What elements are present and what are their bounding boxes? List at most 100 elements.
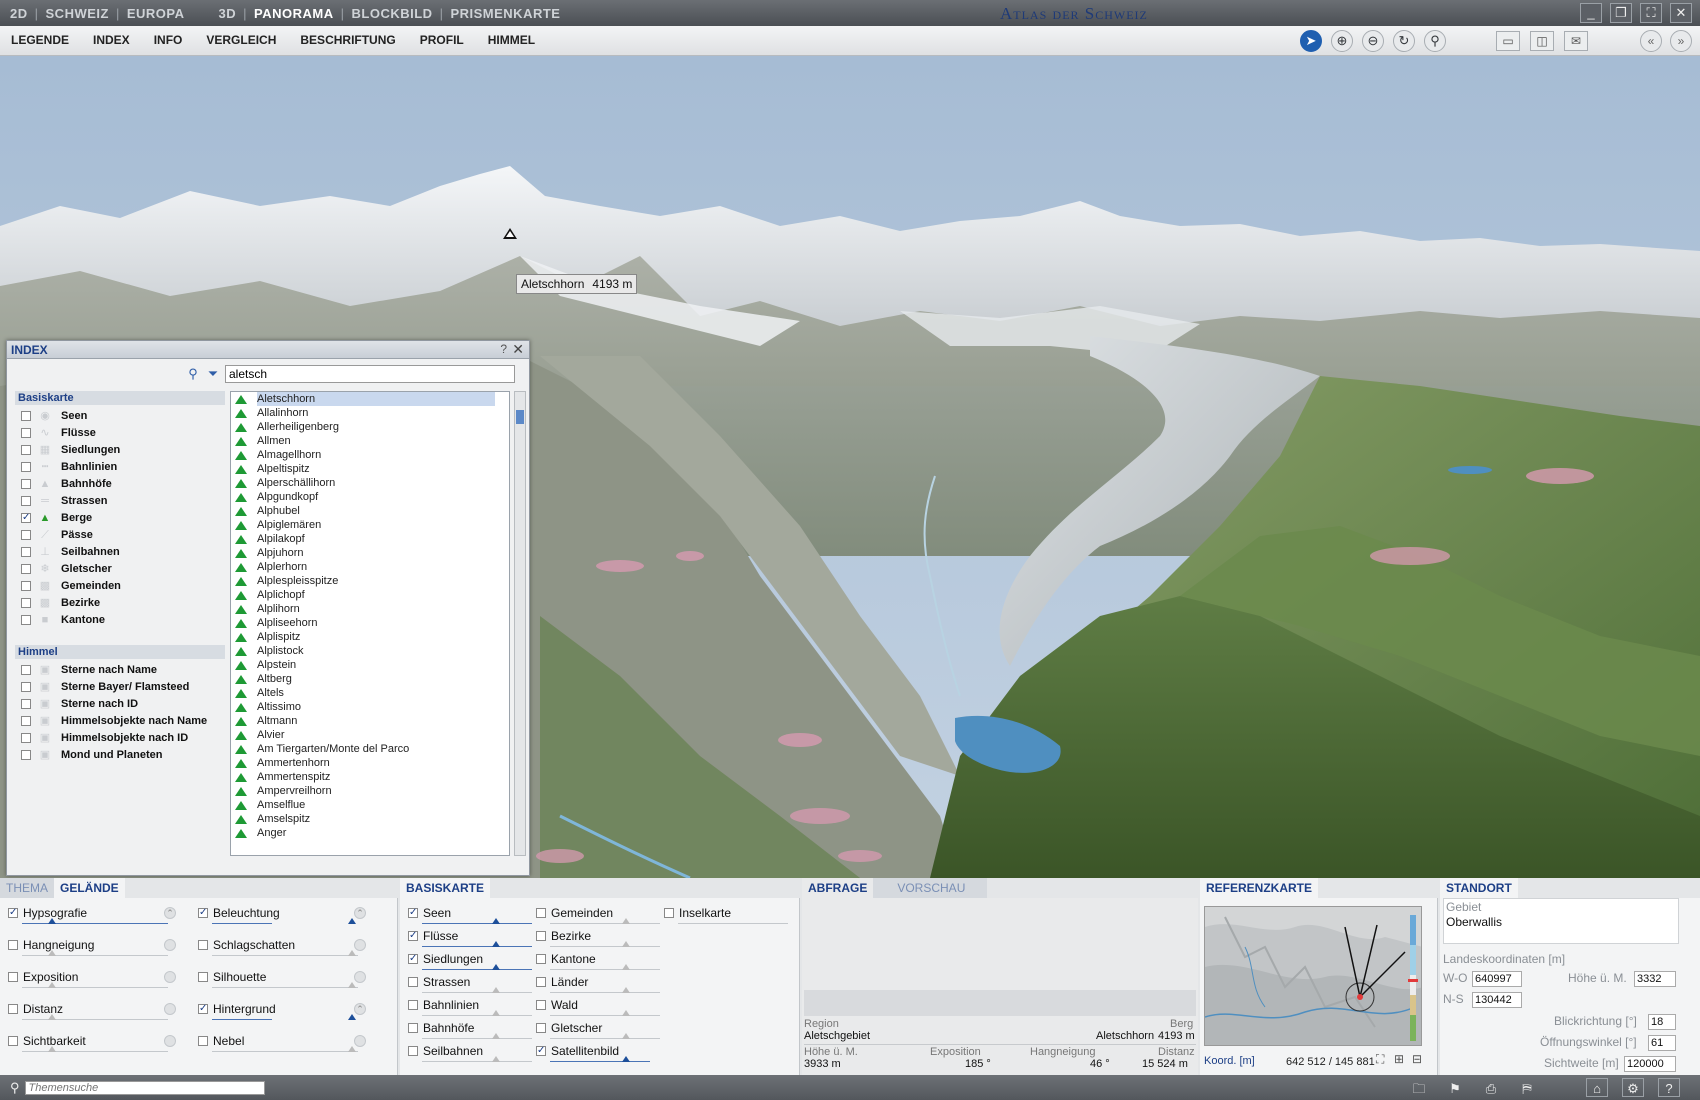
option-row[interactable]: ✓ Hintergrund <box>198 1002 276 1016</box>
result-item[interactable]: Altberg <box>231 672 509 686</box>
expand-toggle-icon[interactable] <box>354 1035 366 1047</box>
result-item[interactable]: Alplistock <box>231 644 509 658</box>
option-slider[interactable] <box>492 987 500 993</box>
expand-toggle-icon[interactable]: ⌃ <box>164 907 176 919</box>
result-item[interactable]: Am Tiergarten/Monte del Parco <box>231 742 509 756</box>
tab-standort[interactable]: STANDORT <box>1440 878 1518 898</box>
option-slider[interactable] <box>48 950 56 956</box>
option-slider[interactable] <box>348 918 356 924</box>
tab-gelaende[interactable]: GELÄNDE <box>54 878 125 898</box>
option-row[interactable]: ✓ Siedlungen <box>408 952 483 966</box>
result-item[interactable]: Allalinhorn <box>231 406 509 420</box>
option-checkbox[interactable]: ✓ <box>408 931 418 941</box>
oeffnungswinkel-input[interactable]: 61 <box>1648 1035 1676 1051</box>
result-item[interactable]: Altels <box>231 686 509 700</box>
back-icon[interactable]: « <box>1640 30 1662 52</box>
result-item[interactable]: Alvier <box>231 728 509 742</box>
fullscreen-icon[interactable]: ⛶ <box>1640 3 1662 23</box>
option-slider[interactable] <box>492 918 500 924</box>
option-slider[interactable] <box>348 982 356 988</box>
index-category-item[interactable]: ▦ Siedlungen <box>15 441 225 458</box>
category-checkbox[interactable] <box>21 444 31 455</box>
pointer-icon[interactable]: ➤ <box>1300 30 1322 52</box>
result-item[interactable]: Alplespleisspitze <box>231 574 509 588</box>
category-checkbox[interactable] <box>21 698 31 709</box>
tab-basiskarte[interactable]: BASISKARTE <box>400 878 491 898</box>
option-row[interactable]: Gemeinden <box>536 906 613 920</box>
option-slider[interactable] <box>48 982 56 988</box>
mode-schweiz[interactable]: SCHWEIZ <box>46 6 109 21</box>
index-category-item[interactable]: ▣ Himmelsobjekte nach ID <box>15 729 225 746</box>
menu-profil[interactable]: PROFIL <box>420 33 464 47</box>
option-row[interactable]: ✓ Satellitenbild <box>536 1044 619 1058</box>
option-checkbox[interactable] <box>408 1000 418 1010</box>
expand-toggle-icon[interactable] <box>354 939 366 951</box>
option-slider[interactable] <box>348 1014 356 1020</box>
result-item[interactable]: Alplerhorn <box>231 560 509 574</box>
home-icon[interactable]: ⌂ <box>1586 1078 1608 1097</box>
fit-extent-icon[interactable]: ⛶ <box>1376 1052 1384 1067</box>
help-icon[interactable]: ? <box>1658 1078 1680 1097</box>
result-item[interactable]: Alpjuhorn <box>231 546 509 560</box>
option-checkbox[interactable]: ✓ <box>8 908 18 918</box>
mode-panorama[interactable]: PANORAMA <box>254 6 334 21</box>
option-slider[interactable] <box>492 964 500 970</box>
option-slider[interactable] <box>492 1010 500 1016</box>
option-slider[interactable] <box>348 1046 356 1052</box>
index-category-item[interactable]: ▣ Sterne nach Name <box>15 661 225 678</box>
folder-icon[interactable]: 🗀 <box>1408 1078 1430 1097</box>
result-item[interactable]: Alplihorn <box>231 602 509 616</box>
filter-icon[interactable]: ⏷ <box>205 366 221 382</box>
viewpoint-icon[interactable]: ⚲ <box>1424 30 1446 52</box>
menu-legende[interactable]: LEGENDE <box>11 33 69 47</box>
category-checkbox[interactable] <box>21 461 31 472</box>
blickrichtung-input[interactable]: 18 <box>1648 1014 1676 1030</box>
help-icon[interactable]: ? <box>500 342 507 356</box>
option-slider[interactable] <box>48 918 56 924</box>
index-category-item[interactable]: ▣ Mond und Planeten <box>15 746 225 763</box>
result-item[interactable]: Alpeltispitz <box>231 462 509 476</box>
option-row[interactable]: Kantone <box>536 952 596 966</box>
option-checkbox[interactable] <box>198 1036 208 1046</box>
zoom-in-icon[interactable]: ⊞ <box>1394 1052 1404 1066</box>
tab-referenzkarte[interactable]: REFERENZKARTE <box>1200 878 1319 898</box>
option-row[interactable]: ✓ Flüsse <box>408 929 458 943</box>
result-item[interactable]: Alphubel <box>231 504 509 518</box>
sichtweite-input[interactable]: 120000 <box>1624 1056 1676 1072</box>
result-item[interactable]: Alplichopf <box>231 588 509 602</box>
index-category-item[interactable]: ⊥ Seilbahnen <box>15 543 225 560</box>
menu-beschriftung[interactable]: BESCHRIFTUNG <box>300 33 395 47</box>
option-checkbox[interactable] <box>408 977 418 987</box>
result-item[interactable]: Ammertenhorn <box>231 756 509 770</box>
option-checkbox[interactable] <box>8 972 18 982</box>
category-checkbox[interactable] <box>21 749 31 760</box>
option-row[interactable]: Seilbahnen <box>408 1044 483 1058</box>
tab-abfrage[interactable]: ABFRAGE <box>802 878 874 898</box>
mode-3d[interactable]: 3D <box>219 6 237 21</box>
menu-himmel[interactable]: HIMMEL <box>488 33 535 47</box>
option-row[interactable]: Silhouette <box>198 970 266 984</box>
zoom-out-icon[interactable]: ⊟ <box>1412 1052 1422 1066</box>
index-search-input[interactable] <box>225 365 515 383</box>
option-slider[interactable] <box>622 987 630 993</box>
option-checkbox[interactable]: ✓ <box>198 908 208 918</box>
tools-icon[interactable]: ⚙ <box>1622 1078 1644 1097</box>
option-checkbox[interactable]: ✓ <box>536 1046 546 1056</box>
bookmark-icon[interactable]: ⚑ <box>1444 1078 1466 1097</box>
mode-blockbild[interactable]: BLOCKBILD <box>352 6 433 21</box>
index-category-item[interactable]: ┅ Bahnlinien <box>15 458 225 475</box>
option-slider[interactable] <box>622 964 630 970</box>
menu-info[interactable]: INFO <box>154 33 183 47</box>
split-vertical-icon[interactable]: ◫ <box>1530 31 1554 51</box>
option-row[interactable]: Sichtbarkeit <box>8 1034 86 1048</box>
result-item[interactable]: Alpiglemären <box>231 518 509 532</box>
category-checkbox[interactable] <box>21 478 31 489</box>
option-slider[interactable] <box>622 1010 630 1016</box>
option-checkbox[interactable] <box>536 954 546 964</box>
category-checkbox[interactable] <box>21 529 31 540</box>
option-slider[interactable] <box>622 941 630 947</box>
category-checkbox[interactable] <box>21 410 31 421</box>
option-checkbox[interactable] <box>664 908 674 918</box>
expand-toggle-icon[interactable] <box>164 939 176 951</box>
result-item[interactable]: Aletschhorn <box>231 392 509 406</box>
